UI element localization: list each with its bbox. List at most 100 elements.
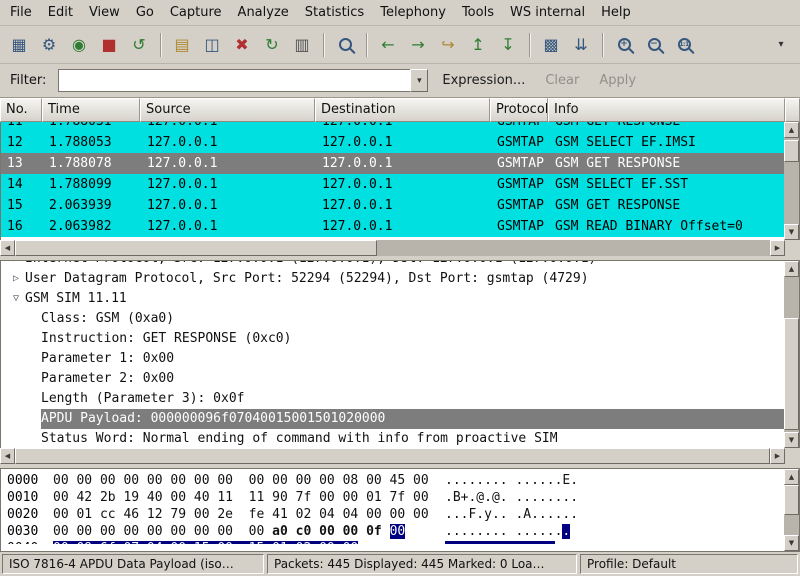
- expander-collapsed-icon[interactable]: ▷: [7, 269, 25, 289]
- scrollbar-thumb[interactable]: [784, 140, 799, 162]
- menu-statistics[interactable]: Statistics: [297, 1, 372, 24]
- packet-row-12[interactable]: 121.788053 127.0.0.1127.0.0.1 GSMTAPGSM …: [1, 132, 784, 153]
- hex-row-0040-partial[interactable]: 0040 00 09 6f 07 04 00 15 00 15 01 02 00…: [7, 540, 784, 544]
- detail-row-gsm-sim[interactable]: ▽ GSM SIM 11.11: [1, 289, 784, 309]
- packet-list-vscrollbar[interactable]: ▲ ▼: [784, 122, 799, 240]
- detail-row-apdu-payload-selected[interactable]: APDU Payload: 000000096f0704001500150102…: [1, 409, 784, 429]
- column-header-source[interactable]: Source: [140, 98, 315, 122]
- scrollbar-thumb[interactable]: [784, 485, 799, 515]
- clear-button[interactable]: Clear: [539, 70, 585, 91]
- autoscroll-button[interactable]: ⇊: [566, 30, 596, 60]
- menu-file[interactable]: File: [2, 1, 40, 24]
- packet-list-hscrollbar[interactable]: ◀ ▶: [0, 240, 800, 256]
- details-vscrollbar[interactable]: ▲ ▼: [784, 261, 799, 448]
- colorize-button[interactable]: ▩: [536, 30, 566, 60]
- goto-packet-button[interactable]: ↪: [433, 30, 463, 60]
- scroll-left-button[interactable]: ◀: [0, 240, 15, 256]
- packet-row-13-selected[interactable]: 131.788078 127.0.0.1127.0.0.1 GSMTAPGSM …: [1, 153, 784, 174]
- zoom-normal-button[interactable]: 1:1: [669, 30, 699, 60]
- scrollbar-track[interactable]: [784, 485, 799, 535]
- detail-row-status-word[interactable]: Status Word: Normal ending of command wi…: [1, 429, 784, 448]
- detail-row-ip-partial[interactable]: ▷ Internet Protocol, Src: 127.0.0.1 (127…: [1, 261, 784, 269]
- expression-button[interactable]: Expression...: [436, 70, 531, 91]
- hex-row-0020[interactable]: 0020 00 01 cc 46 12 79 00 2e fe 41 02 04…: [7, 506, 784, 523]
- scrollbar-thumb[interactable]: [784, 318, 799, 430]
- status-profile[interactable]: Profile: Default: [580, 554, 798, 574]
- go-top-button[interactable]: ↥: [463, 30, 493, 60]
- scroll-up-button[interactable]: ▲: [784, 469, 799, 485]
- menu-go[interactable]: Go: [128, 1, 162, 24]
- zoom-in-button[interactable]: +: [609, 30, 639, 60]
- column-header-destination[interactable]: Destination: [315, 98, 490, 122]
- menu-telephony[interactable]: Telephony: [372, 1, 454, 24]
- scrollbar-track[interactable]: [15, 240, 770, 256]
- selected-ascii-char: .: [562, 524, 570, 539]
- scrollbar-thumb[interactable]: [15, 240, 377, 256]
- detail-row-parameter1[interactable]: Parameter 1: 0x00: [1, 349, 784, 369]
- go-bottom-button[interactable]: ↧: [493, 30, 523, 60]
- scroll-right-button[interactable]: ▶: [770, 240, 785, 256]
- menu-capture[interactable]: Capture: [162, 1, 230, 24]
- column-header-time[interactable]: Time: [42, 98, 140, 122]
- menu-help[interactable]: Help: [593, 1, 639, 24]
- detail-text: Status Word: Normal ending of command wi…: [41, 429, 558, 448]
- scroll-up-button[interactable]: ▲: [784, 122, 799, 138]
- scroll-down-button[interactable]: ▼: [784, 535, 799, 551]
- hex-row-0030[interactable]: 0030 00 00 00 00 00 00 00 00 00 a0 c0 00…: [7, 523, 784, 540]
- column-header-no[interactable]: No.: [0, 98, 42, 122]
- hex-vscrollbar[interactable]: ▲ ▼: [784, 469, 799, 551]
- packet-row-14[interactable]: 141.788099 127.0.0.1127.0.0.1 GSMTAPGSM …: [1, 174, 784, 195]
- details-hscrollbar[interactable]: ◀ ▶: [0, 448, 800, 464]
- menu-view[interactable]: View: [81, 1, 128, 24]
- apply-button[interactable]: Apply: [593, 70, 642, 91]
- column-header-info[interactable]: Info: [548, 98, 785, 122]
- go-back-button[interactable]: ←: [373, 30, 403, 60]
- detail-row-class[interactable]: Class: GSM (0xa0): [1, 309, 784, 329]
- save-file-button[interactable]: ◫: [197, 30, 227, 60]
- hex-row-0010[interactable]: 0010 00 42 2b 19 40 00 40 11 11 90 7f 00…: [7, 489, 784, 506]
- detail-row-instruction[interactable]: Instruction: GET RESPONSE (0xc0): [1, 329, 784, 349]
- toolbar-overflow-button[interactable]: ▾: [766, 30, 796, 60]
- scroll-down-button[interactable]: ▼: [784, 224, 799, 240]
- find-packet-button[interactable]: [330, 30, 360, 60]
- scroll-up-button[interactable]: ▲: [784, 261, 799, 277]
- scrollbar-corner: [785, 448, 800, 464]
- capture-options-button[interactable]: ⚙: [34, 30, 64, 60]
- capture-start-button[interactable]: ◉: [64, 30, 94, 60]
- arrow-left-icon: ←: [381, 37, 394, 53]
- list-interfaces-button[interactable]: ▦: [4, 30, 34, 60]
- scrollbar-track[interactable]: [784, 277, 799, 432]
- menu-ws-internal[interactable]: WS internal: [502, 1, 593, 24]
- filter-button[interactable]: Filter:: [6, 70, 50, 91]
- filter-input[interactable]: [58, 69, 410, 92]
- hex-row-0000[interactable]: 0000 00 00 00 00 00 00 00 00 00 00 00 00…: [7, 472, 784, 489]
- scroll-right-button[interactable]: ▶: [770, 448, 785, 464]
- capture-restart-icon: ↺: [132, 37, 145, 53]
- menu-analyze[interactable]: Analyze: [230, 1, 297, 24]
- print-button[interactable]: ▥: [287, 30, 317, 60]
- capture-stop-button[interactable]: ■: [94, 30, 124, 60]
- zoom-out-button[interactable]: −: [639, 30, 669, 60]
- packet-row-16[interactable]: 162.063982 127.0.0.1127.0.0.1 GSMTAPGSM …: [1, 216, 784, 237]
- scroll-left-button[interactable]: ◀: [0, 448, 15, 464]
- go-forward-button[interactable]: →: [403, 30, 433, 60]
- menu-edit[interactable]: Edit: [40, 1, 81, 24]
- detail-row-parameter2[interactable]: Parameter 2: 0x00: [1, 369, 784, 389]
- scroll-down-button[interactable]: ▼: [784, 432, 799, 448]
- open-file-button[interactable]: ▤: [167, 30, 197, 60]
- column-header-protocol[interactable]: Protocol: [490, 98, 548, 122]
- close-file-button[interactable]: ✖: [227, 30, 257, 60]
- scrollbar-track[interactable]: [15, 448, 770, 464]
- expander-expanded-icon[interactable]: ▽: [7, 289, 25, 309]
- menu-tools[interactable]: Tools: [454, 1, 502, 24]
- detail-row-udp[interactable]: ▷ User Datagram Protocol, Src Port: 5229…: [1, 269, 784, 289]
- filter-history-dropdown[interactable]: ▾: [410, 69, 428, 92]
- scrollbar-thumb[interactable]: [15, 448, 770, 464]
- packet-row-11[interactable]: 11 1.788031 127.0.0.1 127.0.0.1 GSMTAP G…: [1, 122, 784, 132]
- capture-restart-button[interactable]: ↺: [124, 30, 154, 60]
- detail-row-length[interactable]: Length (Parameter 3): 0x0f: [1, 389, 784, 409]
- expander-collapsed-icon[interactable]: ▷: [7, 261, 25, 269]
- scrollbar-track[interactable]: [784, 138, 799, 224]
- packet-row-15[interactable]: 152.063939 127.0.0.1127.0.0.1 GSMTAPGSM …: [1, 195, 784, 216]
- reload-file-button[interactable]: ↻: [257, 30, 287, 60]
